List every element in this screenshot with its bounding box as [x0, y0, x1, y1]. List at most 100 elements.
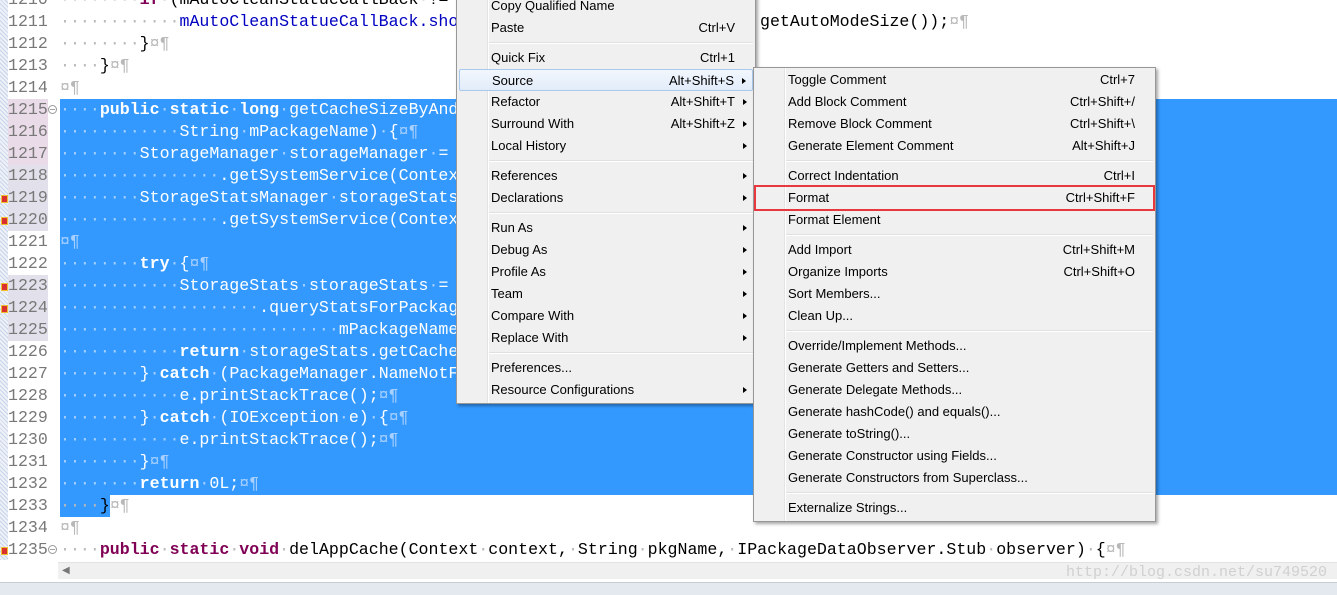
error-marker-icon[interactable]: [1, 283, 8, 291]
whitespace-marker: ·: [727, 540, 738, 559]
menu-item-refactor[interactable]: Refactor Alt+Shift+T: [459, 91, 753, 113]
menu-item-debug-as[interactable]: Debug As: [459, 239, 753, 261]
menu-item-resource-configurations[interactable]: Resource Configurations: [459, 379, 753, 401]
menu-item-shortcut: Ctrl+Shift+O: [1063, 264, 1135, 279]
menu-item-label: Sort Members...: [788, 286, 881, 301]
error-marker-icon[interactable]: [1, 547, 8, 555]
whitespace-marker: ············: [60, 342, 180, 361]
menu-separator: [786, 160, 1153, 162]
code-token: (PackageManager.NameNotF: [219, 364, 459, 383]
menu-item-correct-indentation[interactable]: Correct Indentation Ctrl+I: [756, 165, 1153, 187]
error-marker-icon[interactable]: [1, 305, 8, 313]
menu-item-override-implement-methods[interactable]: Override/Implement Methods...: [756, 335, 1153, 357]
menu-item-clean-up[interactable]: Clean Up...: [756, 305, 1153, 327]
menu-item-shortcut: Alt+Shift+S: [668, 73, 734, 88]
menu-item-externalize-strings[interactable]: Externalize Strings...: [756, 497, 1153, 519]
line-end-marker: ¤¶: [189, 254, 210, 273]
error-marker-icon[interactable]: [1, 195, 8, 203]
code-token: e.printStackTrace();: [179, 386, 379, 405]
menu-item-format-element[interactable]: Format Element: [756, 209, 1153, 231]
menu-item-toggle-comment[interactable]: Toggle Comment Ctrl+7: [756, 69, 1153, 91]
menu-item-surround-with[interactable]: Surround With Alt+Shift+Z: [459, 113, 753, 135]
code-text: ¤¶: [60, 231, 80, 253]
menu-item-copy-qualified-name[interactable]: Copy Qualified Name: [459, 0, 753, 17]
line-number: 1230: [8, 430, 48, 449]
menu-separator: [786, 492, 1153, 494]
code-token: e.printStackTrace();: [179, 430, 379, 449]
menu-item-organize-imports[interactable]: Organize Imports Ctrl+Shift+O: [756, 261, 1153, 283]
submenu-arrow-icon: [743, 291, 747, 297]
menu-item-team[interactable]: Team: [459, 283, 753, 305]
line-end-marker: ¤¶: [398, 122, 419, 141]
menu-item-generate-getters-and-setters[interactable]: Generate Getters and Setters...: [756, 357, 1153, 379]
scroll-left-icon[interactable]: ◀: [62, 565, 70, 576]
menu-item-source[interactable]: Source Alt+Shift+S: [459, 69, 753, 91]
menu-separator: [489, 160, 753, 162]
submenu-arrow-icon: [743, 335, 747, 341]
code-token: StorageStats: [179, 276, 300, 295]
whitespace-marker: ········: [60, 254, 140, 273]
menu-item-generate-tostring[interactable]: Generate toString()...: [756, 423, 1153, 445]
line-number: 1224: [8, 297, 48, 319]
menu-item-label: Team: [491, 286, 523, 301]
menu-item-generate-hashcode-and-equals[interactable]: Generate hashCode() and equals()...: [756, 401, 1153, 423]
menu-item-label: Quick Fix: [491, 50, 546, 65]
submenu-arrow-icon: [743, 387, 747, 393]
menu-item-local-history[interactable]: Local History: [459, 135, 753, 157]
menu-item-references[interactable]: References: [459, 165, 753, 187]
menu-item-generate-delegate-methods[interactable]: Generate Delegate Methods...: [756, 379, 1153, 401]
code-token: observer): [996, 540, 1086, 559]
whitespace-marker: ·: [637, 540, 648, 559]
menu-item-generate-element-comment[interactable]: Generate Element Comment Alt+Shift+J: [756, 135, 1153, 157]
menu-item-compare-with[interactable]: Compare With: [459, 305, 753, 327]
menu-item-generate-constructors-from-superclass[interactable]: Generate Constructors from Superclass...: [756, 467, 1153, 489]
menu-item-preferences[interactable]: Preferences...: [459, 357, 753, 379]
menu-item-profile-as[interactable]: Profile As: [459, 261, 753, 283]
whitespace-marker: ····························: [60, 320, 339, 339]
line-number: 1211: [8, 12, 48, 31]
fold-toggle-icon[interactable]: −: [48, 545, 57, 554]
code-token: String: [577, 540, 638, 559]
line-number: 1221: [8, 232, 48, 251]
watermark: http://blog.csdn.net/su749520: [1065, 564, 1327, 581]
code-token: mPackageName): [249, 122, 379, 141]
line-end-marker: ¤¶: [109, 496, 130, 515]
code-text: ············mAutoCleanStatueCallBack.sho: [60, 11, 458, 33]
code-token: {: [1095, 540, 1106, 559]
menu-item-paste[interactable]: Paste Ctrl+V: [459, 17, 753, 39]
menu-item-quick-fix[interactable]: Quick Fix Ctrl+1: [459, 47, 753, 69]
code-line[interactable]: 1235− ····public·static·void·delAppCache(…: [0, 539, 1337, 560]
menu-item-label: Profile As: [491, 264, 546, 279]
code-text: ········}·catch·(PackageManager.NameNotF: [60, 363, 458, 385]
keyword-token: catch: [159, 408, 210, 427]
menu-item-sort-members[interactable]: Sort Members...: [756, 283, 1153, 305]
fold-toggle-icon[interactable]: −: [48, 105, 57, 114]
menu-item-label: Source: [492, 73, 534, 88]
code-text: ····public·static·long·getCacheSizeByAnd: [60, 99, 458, 121]
code-token: !=: [428, 0, 448, 9]
menu-item-format[interactable]: Format Ctrl+Shift+F: [754, 185, 1155, 211]
menu-item-label: Add Import: [788, 242, 852, 257]
whitespace-marker: ············: [60, 276, 180, 295]
menu-item-label: Copy Qualified Name: [491, 0, 615, 13]
menu-separator: [786, 234, 1153, 236]
menu-item-add-block-comment[interactable]: Add Block Comment Ctrl+Shift+/: [756, 91, 1153, 113]
menu-item-shortcut: Alt+Shift+T: [670, 94, 735, 109]
menu-item-replace-with[interactable]: Replace With: [459, 327, 753, 349]
line-end-marker: ¤¶: [149, 34, 170, 53]
menu-item-label: Generate Constructor using Fields...: [788, 448, 997, 463]
line-end-marker: ¤¶: [378, 430, 399, 449]
code-token: =: [438, 144, 449, 163]
keyword-token: static: [169, 540, 230, 559]
whitespace-marker: ····: [60, 100, 100, 119]
menu-item-run-as[interactable]: Run As: [459, 217, 753, 239]
menu-item-label: Generate Delegate Methods...: [788, 382, 963, 397]
menu-item-declarations[interactable]: Declarations: [459, 187, 753, 209]
line-number: 1210: [8, 0, 48, 11]
menu-item-generate-constructor-using-fields[interactable]: Generate Constructor using Fields...: [756, 445, 1153, 467]
code-text: ····}¤¶: [60, 55, 130, 77]
whitespace-marker: ····: [60, 56, 100, 75]
menu-item-remove-block-comment[interactable]: Remove Block Comment Ctrl+Shift+\: [756, 113, 1153, 135]
menu-item-add-import[interactable]: Add Import Ctrl+Shift+M: [756, 239, 1153, 261]
error-marker-icon[interactable]: [1, 217, 8, 225]
